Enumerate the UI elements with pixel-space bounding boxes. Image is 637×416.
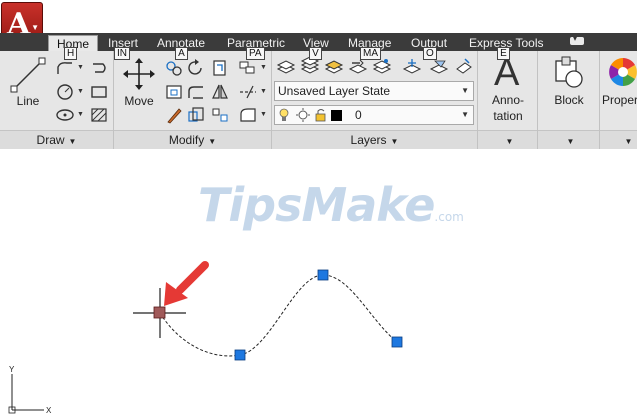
fillet-button[interactable] xyxy=(186,83,206,101)
annotation-label-line1: Anno- xyxy=(491,93,525,107)
modify-panel-footer[interactable]: Modify ▼ xyxy=(114,130,271,149)
keytip-express-tools: E xyxy=(497,47,510,60)
array-button[interactable] xyxy=(238,59,258,77)
annotation-panel-footer[interactable]: ▼ xyxy=(478,130,537,149)
block-icon xyxy=(552,55,586,89)
keytip-view: V xyxy=(309,47,322,60)
chevron-down-icon: ▼ xyxy=(566,137,575,146)
ribbon-options-button[interactable]: ▾ xyxy=(570,34,584,45)
ellipse-button[interactable] xyxy=(55,106,75,124)
draw-panel-title: Draw xyxy=(36,133,65,147)
properties-panel[interactable]: Proper ▼ xyxy=(600,51,637,149)
layer-lock-button[interactable] xyxy=(453,57,473,75)
hatch-button[interactable] xyxy=(89,106,109,124)
modify-panel-title: Modify xyxy=(168,133,205,147)
properties-panel-footer[interactable]: ▼ xyxy=(600,130,637,149)
chevron-down-icon: ▼ xyxy=(390,137,399,146)
layers-panel: Unsaved Layer State ▼ 0 ▼ Layers ▼ xyxy=(272,51,478,149)
chevron-down-icon: ▾ xyxy=(573,34,578,43)
draw-panel: Line ▼ ▼ ▼ Draw ▼ xyxy=(0,51,114,149)
erase-button[interactable] xyxy=(164,106,184,124)
keytip-output: O xyxy=(423,47,437,60)
layer-state-value: Unsaved Layer State xyxy=(278,84,391,98)
layer-freeze-button[interactable] xyxy=(402,57,422,75)
modify-panel: Move ▼ ▼ ▼ Modify ▼ xyxy=(114,51,272,149)
stretch-button[interactable] xyxy=(164,83,184,101)
keytip-manage: MA xyxy=(360,47,381,60)
block-label: Block xyxy=(554,93,584,107)
spline-button[interactable] xyxy=(89,59,109,77)
polyline-button[interactable] xyxy=(55,59,75,77)
rotate-button[interactable] xyxy=(186,59,206,77)
chevron-down-icon[interactable]: ▼ xyxy=(77,88,84,95)
properties-label: Proper xyxy=(602,93,637,107)
annotation-panel[interactable]: A Anno- tation ▼ xyxy=(478,51,538,149)
block-panel[interactable]: Block ▼ xyxy=(538,51,600,149)
layers-panel-footer[interactable]: Layers ▼ xyxy=(272,130,477,149)
draw-panel-footer[interactable]: Draw ▼ xyxy=(0,130,113,149)
chevron-down-icon[interactable]: ▼ xyxy=(260,88,267,95)
line-tool-label: Line xyxy=(16,94,40,108)
current-layer-name: 0 xyxy=(355,108,362,122)
chevron-down-icon: ▼ xyxy=(461,86,469,95)
layer-status-icons xyxy=(279,108,342,122)
circle-button[interactable] xyxy=(55,83,75,101)
layer-properties-button[interactable] xyxy=(276,57,296,75)
layer-state-dropdown[interactable]: Unsaved Layer State ▼ xyxy=(274,81,474,101)
trim-button[interactable] xyxy=(210,59,230,77)
chevron-down-icon[interactable]: ▼ xyxy=(77,64,84,71)
keytip-insert: IN xyxy=(114,47,130,60)
layer-dropdown[interactable]: 0 ▼ xyxy=(274,105,474,125)
move-tool-label: Move xyxy=(124,94,154,108)
chevron-down-icon[interactable]: ▼ xyxy=(260,111,267,118)
chevron-down-icon: ▼ xyxy=(31,23,39,32)
move-icon[interactable] xyxy=(122,57,156,91)
annotation-label-line2: tation xyxy=(493,109,523,123)
chevron-down-icon: ▼ xyxy=(505,137,514,146)
keytip-parametric: PA xyxy=(246,47,265,60)
chamfer-button[interactable] xyxy=(238,106,258,124)
title-bar xyxy=(0,0,637,33)
watermark: TipsMake.com xyxy=(198,178,464,232)
chevron-down-icon: ▼ xyxy=(624,137,633,146)
keytip-home: H xyxy=(64,47,78,60)
line-tool-button[interactable] xyxy=(10,57,46,93)
block-panel-footer[interactable]: ▼ xyxy=(538,130,599,149)
mirror-button[interactable] xyxy=(210,83,230,101)
color-wheel-icon xyxy=(608,57,637,87)
chevron-down-icon[interactable]: ▼ xyxy=(260,64,267,71)
copy-button[interactable] xyxy=(164,59,184,77)
watermark-text: TipsMake xyxy=(198,178,435,232)
keytip-annotate: A xyxy=(175,47,188,60)
chevron-down-icon[interactable]: ▼ xyxy=(77,111,84,118)
chevron-down-icon: ▼ xyxy=(461,110,469,119)
layer-match-button[interactable] xyxy=(324,57,344,75)
extend-button[interactable] xyxy=(238,83,258,101)
rectangle-button[interactable] xyxy=(89,83,109,101)
chevron-down-icon: ▼ xyxy=(208,137,217,146)
watermark-suffix: .com xyxy=(434,210,464,224)
chevron-down-icon: ▼ xyxy=(68,137,77,146)
scale-button[interactable] xyxy=(186,106,206,124)
ribbon: Line ▼ ▼ ▼ Draw ▼ Move ▼ ▼ ▼ Modify ▼ Un… xyxy=(0,51,637,149)
explode-button[interactable] xyxy=(210,106,230,124)
layers-panel-title: Layers xyxy=(350,133,387,147)
